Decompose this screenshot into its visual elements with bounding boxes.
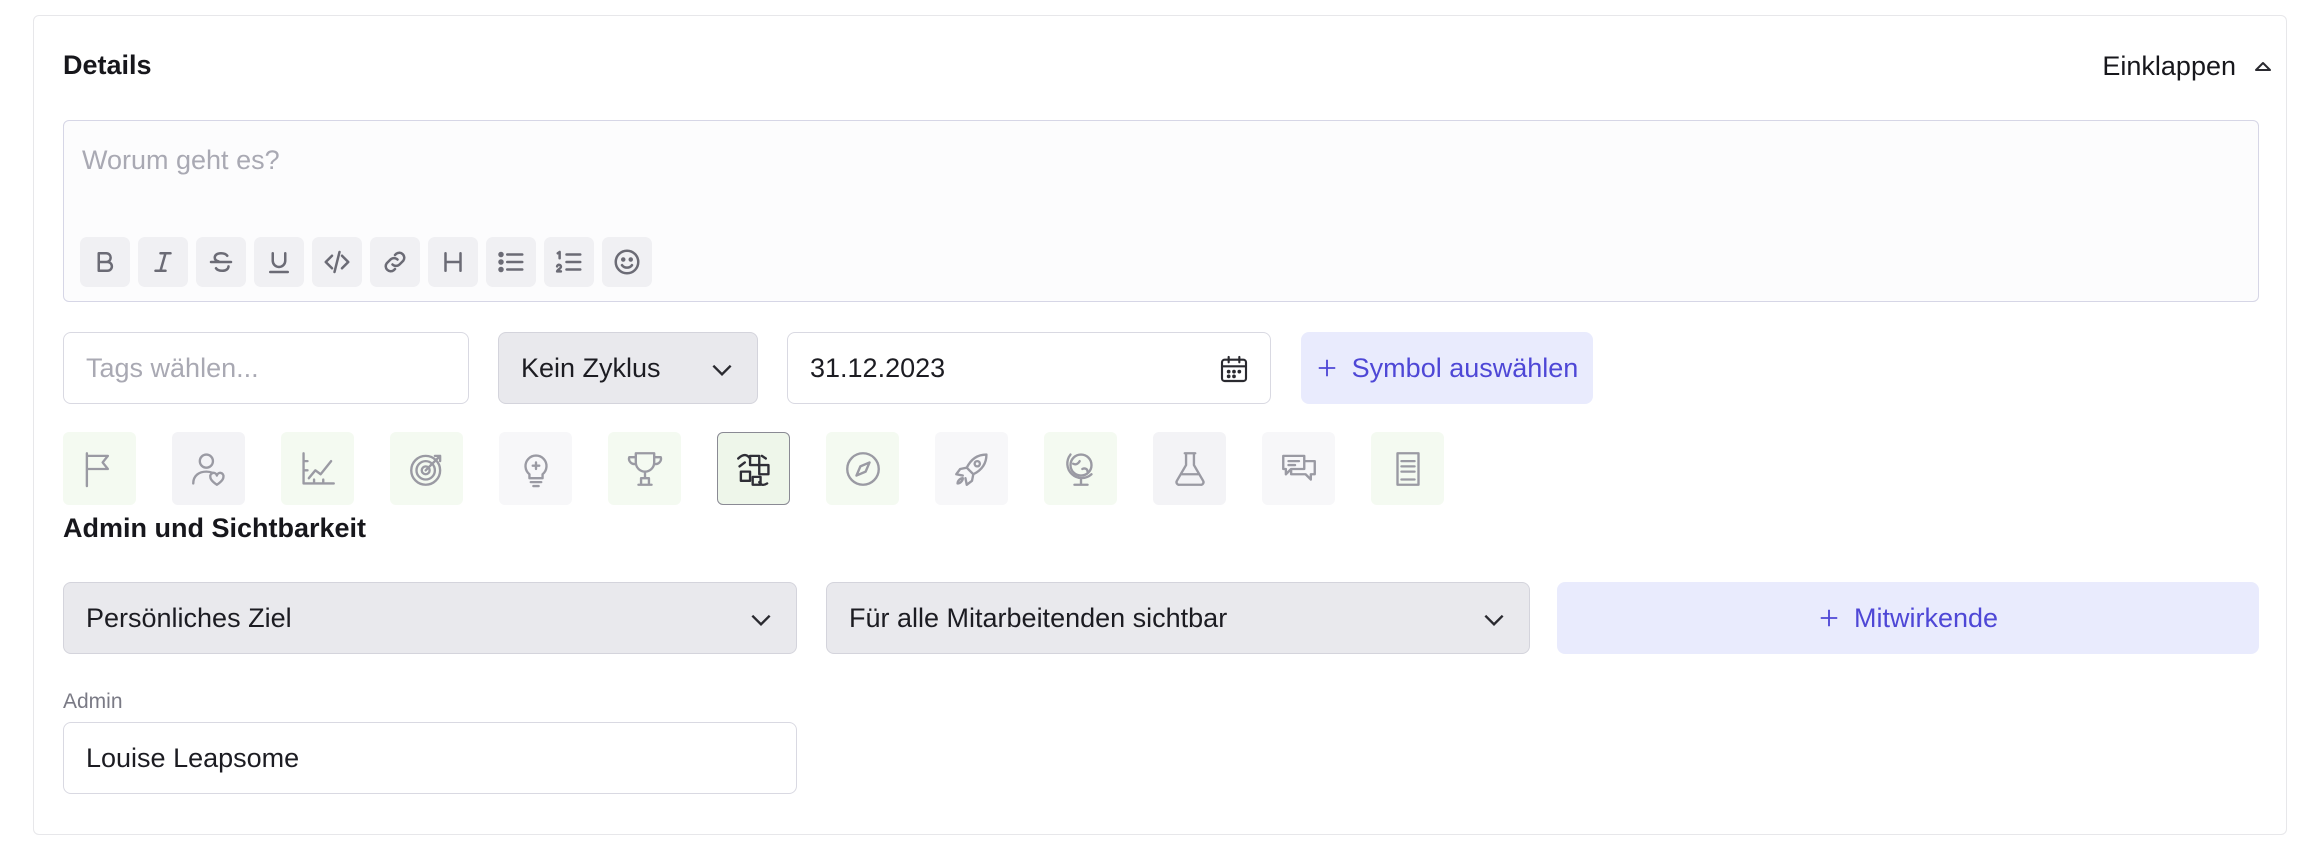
- compass-icon: [845, 451, 880, 486]
- editor-placeholder: Worum geht es?: [82, 145, 280, 175]
- details-title: Details: [63, 50, 152, 80]
- symbol-rocket[interactable]: [935, 432, 1008, 505]
- admin-value: Louise Leapsome: [86, 742, 300, 773]
- plus-icon: [1318, 359, 1335, 377]
- symbol-puzzle[interactable]: [717, 432, 790, 505]
- underline-icon: [269, 252, 289, 274]
- flask-icon: [1174, 451, 1205, 486]
- target-icon: [409, 454, 441, 486]
- strikethrough-icon: [209, 252, 233, 272]
- symbol-compass[interactable]: [826, 432, 899, 505]
- admin-section-title: Admin und Sichtbarkeit: [63, 513, 367, 543]
- goal-type-value: Persönliches Ziel: [86, 602, 292, 633]
- symbol-flask[interactable]: [1153, 432, 1226, 505]
- symbol-lightbulb[interactable]: [499, 432, 572, 505]
- tags-placeholder: Tags wählen...: [86, 352, 259, 383]
- symbol-chat[interactable]: [1262, 432, 1335, 505]
- bold-button[interactable]: [80, 237, 130, 287]
- symbol-book[interactable]: [1371, 432, 1444, 505]
- visibility-select[interactable]: Für alle Mitarbeitenden sichtbar: [826, 582, 1530, 654]
- heading-icon: [444, 252, 462, 272]
- select-symbol-button[interactable]: Symbol auswählen: [1301, 332, 1593, 404]
- chevron-down-icon: [748, 607, 774, 633]
- numbered-list-icon: [555, 250, 582, 273]
- calendar-icon[interactable]: [1218, 353, 1250, 385]
- symbol-chart[interactable]: [281, 432, 354, 505]
- visibility-value: Für alle Mitarbeitenden sichtbar: [849, 602, 1228, 633]
- select-symbol-label: Symbol auswählen: [1351, 352, 1579, 383]
- symbol-trophy[interactable]: [608, 432, 681, 505]
- puzzle-icon: [736, 453, 770, 486]
- italic-icon: [154, 252, 172, 272]
- bullet-list-icon: [498, 251, 524, 273]
- date-input[interactable]: 31.12.2023: [787, 332, 1271, 404]
- date-value: 31.12.2023: [810, 352, 946, 383]
- chevron-down-icon: [709, 357, 735, 383]
- cycle-value: Kein Zyklus: [521, 352, 661, 383]
- italic-button[interactable]: [138, 237, 188, 287]
- user-heart-icon: [191, 452, 225, 486]
- link-button[interactable]: [370, 237, 420, 287]
- trophy-icon: [627, 451, 662, 486]
- symbol-target[interactable]: [390, 432, 463, 505]
- collapse-label: Einklappen: [2102, 51, 2236, 81]
- admin-input[interactable]: Louise Leapsome: [63, 722, 797, 794]
- code-icon: [324, 250, 350, 274]
- bold-icon: [97, 252, 114, 272]
- underline-button[interactable]: [254, 237, 304, 287]
- code-button[interactable]: [312, 237, 362, 287]
- collapse-button[interactable]: Einklappen: [2102, 51, 2272, 82]
- contributors-label: Mitwirkende: [1853, 602, 1999, 633]
- flag-icon: [85, 451, 109, 487]
- lightbulb-icon: [523, 453, 548, 487]
- rocket-icon: [954, 452, 988, 486]
- symbol-flag[interactable]: [63, 432, 136, 505]
- globe-icon: [1065, 452, 1093, 486]
- symbol-globe[interactable]: [1044, 432, 1117, 505]
- strikethrough-button[interactable]: [196, 237, 246, 287]
- add-contributors-button[interactable]: Mitwirkende: [1557, 582, 2259, 654]
- editor-toolbar: [80, 237, 652, 287]
- goal-type-select[interactable]: Persönliches Ziel: [63, 582, 797, 654]
- numbered-list-button[interactable]: [544, 237, 594, 287]
- link-icon: [384, 251, 406, 273]
- bullet-list-button[interactable]: [486, 237, 536, 287]
- emoji-button[interactable]: [602, 237, 652, 287]
- cycle-select[interactable]: Kein Zyklus: [498, 332, 758, 404]
- description-editor[interactable]: Worum geht es?: [63, 120, 2259, 302]
- symbol-picker: [63, 432, 1444, 505]
- tags-input[interactable]: Tags wählen...: [63, 332, 469, 404]
- heading-button[interactable]: [428, 237, 478, 287]
- plus-icon: [1820, 609, 1838, 627]
- chart-icon: [301, 451, 335, 485]
- emoji-icon: [614, 249, 640, 275]
- chevron-down-icon: [1481, 607, 1507, 633]
- admin-label: Admin: [63, 690, 123, 713]
- symbol-user-heart[interactable]: [172, 432, 245, 505]
- chat-icon: [1281, 454, 1316, 481]
- book-icon: [1395, 451, 1420, 486]
- chevron-up-icon: [2255, 61, 2271, 71]
